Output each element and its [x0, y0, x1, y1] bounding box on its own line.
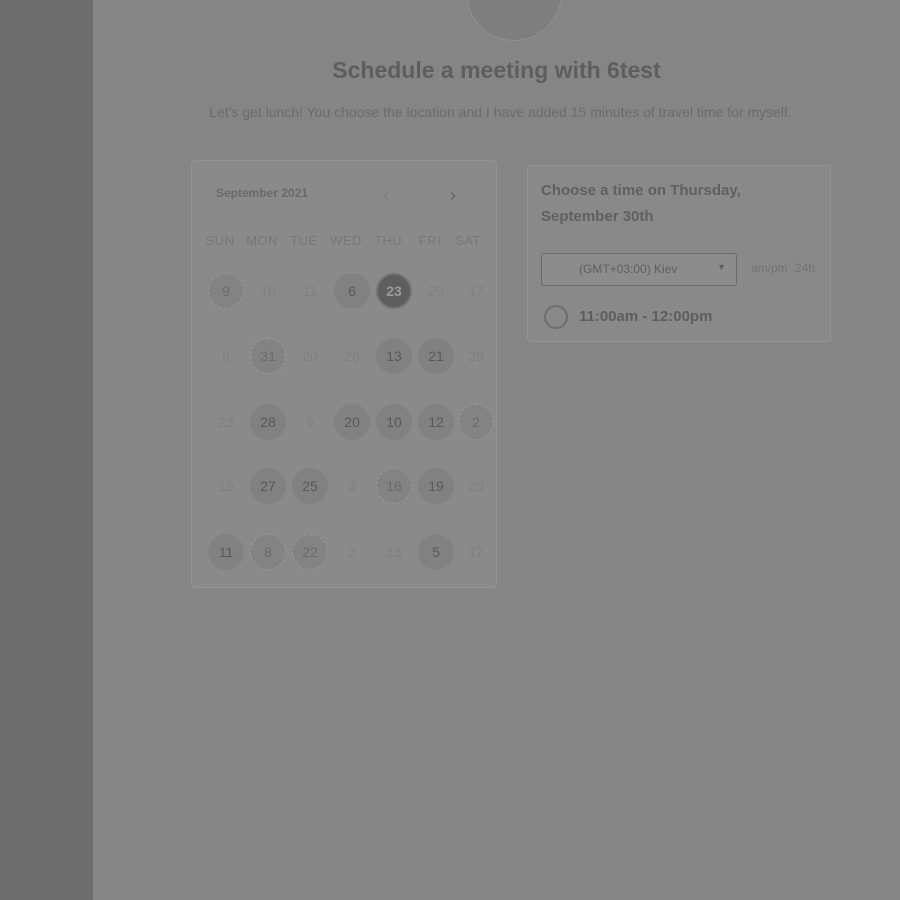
- calendar-day: 11: [302, 283, 318, 299]
- timezone-select[interactable]: (GMT+03:00) Kiev ▼: [541, 253, 737, 286]
- chevron-left-icon[interactable]: ‹: [376, 186, 396, 206]
- calendar-day-selected[interactable]: 23: [376, 273, 412, 309]
- calendar-day: 23: [218, 414, 234, 430]
- calendar-day: 20: [468, 478, 484, 494]
- weekday-thu: THU: [373, 233, 403, 248]
- calendar-day[interactable]: 19: [418, 468, 454, 504]
- calendar-day[interactable]: 16: [376, 468, 412, 504]
- calendar-day: 28: [468, 348, 484, 364]
- weekday-sun: SUN: [205, 233, 235, 248]
- host-avatar: [466, 0, 562, 41]
- calendar-day: 20: [302, 348, 318, 364]
- meeting-description: Let's get lunch! You choose the location…: [209, 104, 792, 120]
- calendar-day[interactable]: 2: [458, 404, 494, 440]
- weekday-mon: MON: [246, 233, 278, 248]
- left-sidebar: [0, 0, 93, 900]
- weekday-wed: WED: [330, 233, 362, 248]
- time-heading: Choose a time on Thursday, September 30t…: [541, 182, 741, 225]
- calendar-day[interactable]: 22: [292, 534, 328, 570]
- calendar-day[interactable]: 12: [418, 404, 454, 440]
- time-format-toggle[interactable]: am/pm 24h: [751, 261, 815, 275]
- weekday-tue: TUE: [290, 233, 318, 248]
- page-title: Schedule a meeting with 6test: [332, 57, 661, 83]
- calendar-day[interactable]: 11: [208, 534, 244, 570]
- calendar-day[interactable]: 27: [250, 468, 286, 504]
- timezone-value: (GMT+03:00) Kiev: [579, 262, 678, 276]
- calendar-day: 9: [306, 414, 314, 430]
- calendar-day[interactable]: 8: [250, 534, 286, 570]
- calendar-day[interactable]: 6: [334, 273, 370, 309]
- calendar-day[interactable]: 25: [292, 468, 328, 504]
- calendar-day: 17: [468, 544, 484, 560]
- calendar-day: 26: [344, 348, 360, 364]
- radio-button[interactable]: [544, 305, 568, 329]
- weekday-sat: SAT: [455, 233, 481, 248]
- calendar-day[interactable]: 21: [418, 338, 454, 374]
- calendar-day[interactable]: 28: [250, 404, 286, 440]
- calendar-day: 2: [348, 544, 356, 560]
- calendar-day[interactable]: 9: [208, 273, 244, 309]
- calendar-day[interactable]: 13: [376, 338, 412, 374]
- chevron-right-icon[interactable]: ›: [443, 186, 463, 206]
- calendar-day[interactable]: 20: [334, 404, 370, 440]
- calendar-day[interactable]: 10: [376, 404, 412, 440]
- calendar-day: 3: [348, 478, 356, 494]
- calendar-day: 13: [386, 544, 402, 560]
- time-slot-label: 11:00am - 12:00pm: [579, 308, 713, 325]
- calendar-day: 19: [218, 478, 234, 494]
- time-picker-card: Choose a time on Thursday, September 30t…: [527, 165, 831, 342]
- calendar-day: 8: [222, 348, 230, 364]
- calendar-month-label: September 2021: [216, 186, 309, 200]
- calendar-day: 10: [260, 283, 276, 299]
- calendar-day: 17: [468, 283, 484, 299]
- main-panel: Schedule a meeting with 6test Let's get …: [93, 0, 900, 900]
- calendar-card: September 2021 ‹ › SUN MON TUE WED THU FRI SAT…: [191, 160, 497, 588]
- calendar-day[interactable]: 31: [250, 338, 286, 374]
- caret-down-icon: ▼: [717, 262, 726, 272]
- calendar-day: 20: [428, 283, 444, 299]
- calendar-day[interactable]: 5: [418, 534, 454, 570]
